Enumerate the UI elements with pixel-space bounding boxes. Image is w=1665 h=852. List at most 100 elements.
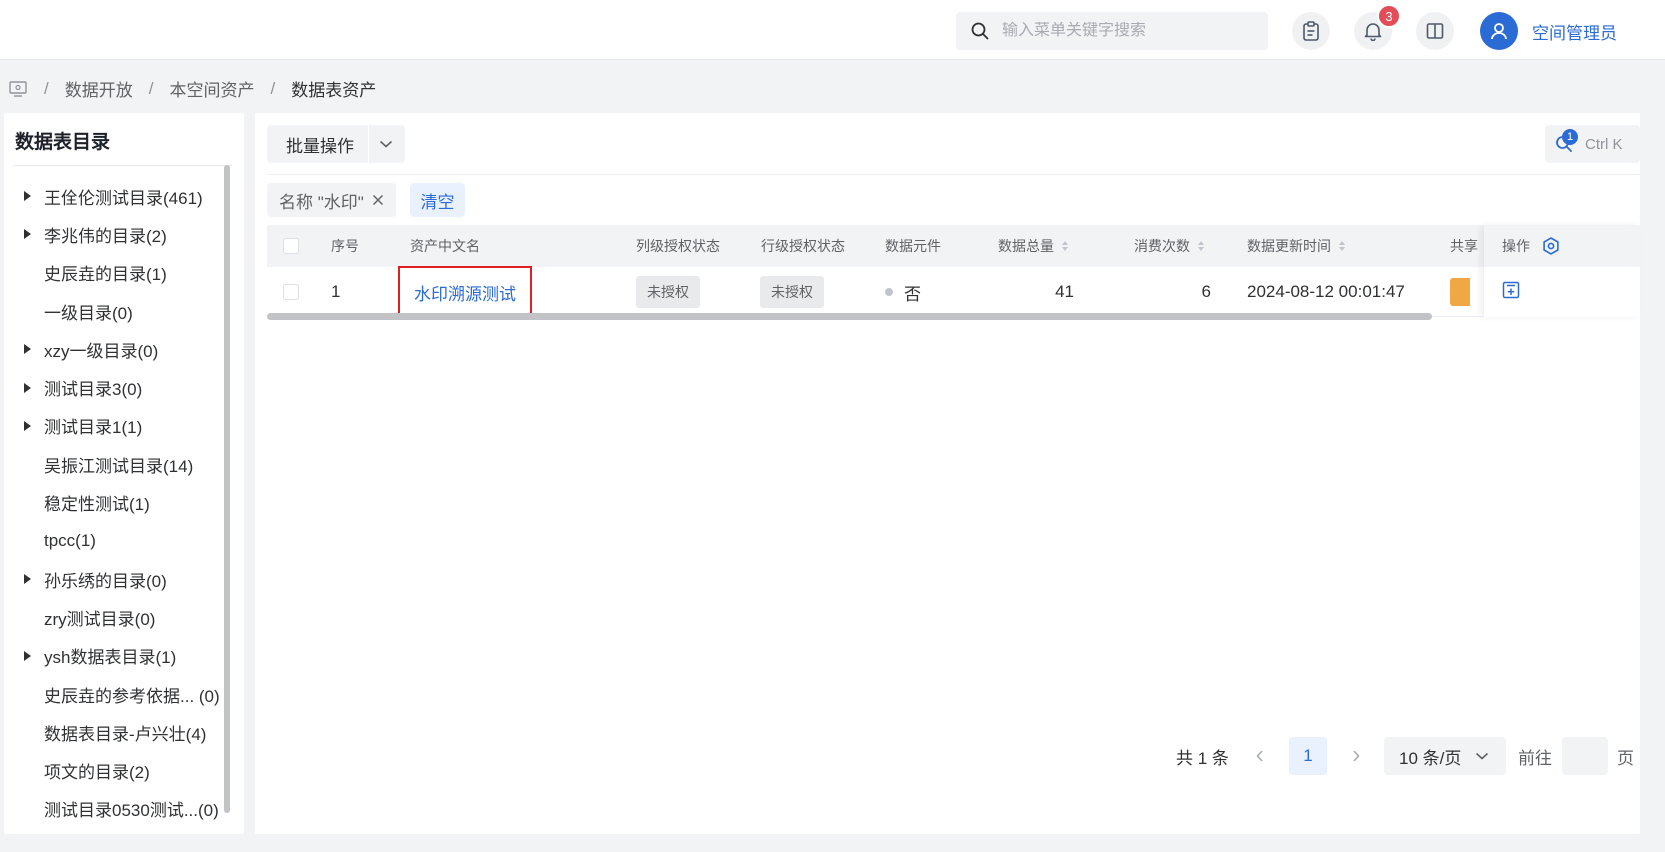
apply-icon[interactable] xyxy=(1502,281,1520,299)
row-checkbox[interactable] xyxy=(283,267,299,317)
tree-item[interactable]: 孙乐绣的目录(0) xyxy=(4,560,228,598)
share-status-tag xyxy=(1450,278,1470,306)
tree-item[interactable]: 史辰垚的目录(1) xyxy=(4,254,228,292)
sidebar-scrollbar[interactable] xyxy=(224,165,230,813)
tree-item-label[interactable]: ysh数据表目录(1) xyxy=(44,643,176,668)
tree-item-label[interactable]: 稳定性测试(1) xyxy=(44,490,150,515)
sort-icon[interactable] xyxy=(1198,241,1204,251)
expand-arrow-icon[interactable] xyxy=(4,191,44,202)
page-size-select[interactable]: 10 条/页 xyxy=(1384,737,1506,775)
tree-item[interactable]: ysh数据表目录(1) xyxy=(4,637,228,675)
prev-page-button[interactable] xyxy=(1255,737,1265,775)
filter-tag-name: 名称 "水印" xyxy=(267,183,396,217)
column-header-consume[interactable]: 消费次数 xyxy=(1134,225,1204,267)
goto-page-input[interactable] xyxy=(1562,737,1608,775)
column-header-data-element: 数据元件 xyxy=(885,238,941,254)
data-element-value: 否 xyxy=(904,284,921,304)
top-bar: 3 空间管理员 xyxy=(0,0,1665,60)
column-header-name: 资产中文名 xyxy=(410,238,480,254)
actions-fixed-column: 操作 xyxy=(1484,225,1640,317)
clipboard-icon xyxy=(1303,21,1319,41)
goto-suffix: 页 xyxy=(1617,748,1634,768)
home-icon[interactable] xyxy=(8,80,28,98)
column-header-actions: 操作 xyxy=(1502,238,1530,254)
next-page-button[interactable] xyxy=(1351,737,1361,775)
tree-item[interactable]: 数据表目录-卢兴壮(4) xyxy=(4,713,228,751)
tree-item-label[interactable]: 项文的目录(2) xyxy=(44,758,150,783)
tree-item-label[interactable]: 史辰垚的目录(1) xyxy=(44,260,167,285)
tree-item[interactable]: 一级目录(0) xyxy=(4,292,228,330)
expand-arrow-icon[interactable] xyxy=(4,574,44,585)
clipboard-button[interactable] xyxy=(1292,12,1330,50)
breadcrumb-item-space-assets[interactable]: 本空间资产 xyxy=(169,76,254,101)
breadcrumb-item-data-open[interactable]: 数据开放 xyxy=(65,76,133,101)
tree-item[interactable]: 测试目录0530测试...(0) xyxy=(4,790,228,828)
tree-item[interactable]: xzy一级目录(0) xyxy=(4,330,228,368)
clear-filters-button[interactable]: 清空 xyxy=(410,183,465,217)
search-filter-badge: 1 xyxy=(1562,129,1578,145)
tree-item-label[interactable]: 测试目录1(1) xyxy=(44,413,142,438)
page-number-current[interactable]: 1 xyxy=(1289,737,1327,775)
table-horizontal-scrollbar[interactable] xyxy=(267,313,1432,320)
tree-item[interactable]: 项文的目录(2) xyxy=(4,751,228,789)
table-header: 序号 资产中文名 列级授权状态 行级授权状态 数据元件 数据总量 消费次数 数据… xyxy=(267,225,1640,267)
tree-item[interactable]: tpcc(1) xyxy=(4,522,228,560)
column-header-consume-label: 消费次数 xyxy=(1134,238,1190,254)
settings-icon[interactable] xyxy=(1542,237,1560,255)
user-icon xyxy=(1491,23,1507,40)
notification-button[interactable]: 3 xyxy=(1354,4,1401,50)
row-auth-status: 未授权 xyxy=(760,276,824,308)
catalog-sidebar: 数据表目录 王佺伦测试目录(461) 李兆伟的目录(2) 史辰垚的目录(1) 一… xyxy=(4,113,244,834)
sort-icon[interactable] xyxy=(1062,241,1068,251)
tree-item-label[interactable]: 测试目录3(0) xyxy=(44,375,142,400)
goto-prefix: 前往 xyxy=(1518,748,1552,768)
tree-item[interactable]: 吴振江测试目录(14) xyxy=(4,445,228,483)
filter-tag-label: 名称 "水印" xyxy=(279,192,364,212)
tree-item[interactable]: 测试目录1(1) xyxy=(4,407,228,445)
tree-item-label[interactable]: 李兆伟的目录(2) xyxy=(44,222,167,247)
menu-search-input[interactable] xyxy=(1002,22,1242,40)
expand-arrow-icon[interactable] xyxy=(4,382,44,393)
column-header-updated-label: 数据更新时间 xyxy=(1247,238,1331,254)
expand-arrow-icon[interactable] xyxy=(4,344,44,355)
advanced-search-button[interactable]: 1 Ctrl K xyxy=(1545,125,1640,163)
tree-item[interactable]: 测试目录3(0) xyxy=(4,368,228,406)
sidebar-title: 数据表目录 xyxy=(15,132,111,153)
tree-item[interactable]: 稳定性测试(1) xyxy=(4,483,228,521)
breadcrumb-separator: / xyxy=(270,78,276,98)
expand-arrow-icon[interactable] xyxy=(4,420,44,431)
batch-operations-dropdown[interactable]: 批量操作 xyxy=(267,125,405,163)
tree-item-label[interactable]: 王佺伦测试目录(461) xyxy=(44,184,203,209)
column-header-updated[interactable]: 数据更新时间 xyxy=(1247,225,1345,267)
sidebar-divider xyxy=(14,165,232,166)
breadcrumb-item-table-assets: 数据表资产 xyxy=(291,81,377,100)
tree-item-label[interactable]: zry测试目录(0) xyxy=(44,605,155,630)
sort-icon[interactable] xyxy=(1339,241,1345,251)
breadcrumb: / 数据开放 / 本空间资产 / 数据表资产 xyxy=(8,76,376,101)
menu-search-box[interactable] xyxy=(956,12,1268,50)
asset-name-link[interactable]: 水印溯源测试 xyxy=(398,265,532,319)
help-docs-button[interactable] xyxy=(1416,12,1454,50)
main-panel: 批量操作 1 Ctrl K 名称 "水印" 清空 序号 资产中文名 列级授权状态… xyxy=(255,113,1640,834)
column-header-total[interactable]: 数据总量 xyxy=(998,225,1068,267)
expand-arrow-icon[interactable] xyxy=(4,229,44,240)
tree-item-label[interactable]: 吴振江测试目录(14) xyxy=(44,452,193,477)
expand-arrow-icon[interactable] xyxy=(4,650,44,661)
avatar[interactable] xyxy=(1480,12,1518,50)
tree-item-label[interactable]: xzy一级目录(0) xyxy=(44,337,158,362)
tree-item-label[interactable]: 测试目录0530测试...(0) xyxy=(44,796,219,821)
tree-item-label[interactable]: 一级目录(0) xyxy=(44,299,133,324)
username-label[interactable]: 空间管理员 xyxy=(1532,19,1617,44)
tree-item[interactable]: 史辰垚的参考依据... (0) xyxy=(4,675,228,713)
column-header-total-label: 数据总量 xyxy=(998,238,1054,254)
breadcrumb-separator: / xyxy=(44,78,49,98)
tree-item-label[interactable]: 孙乐绣的目录(0) xyxy=(44,567,167,592)
tree-item-label[interactable]: 史辰垚的参考依据... (0) xyxy=(44,682,220,707)
tree-item-label[interactable]: 数据表目录-卢兴壮(4) xyxy=(44,720,206,745)
tree-item[interactable]: 王佺伦测试目录(461) xyxy=(4,177,228,215)
tree-item[interactable]: zry测试目录(0) xyxy=(4,598,228,636)
tree-item-label[interactable]: tpcc(1) xyxy=(44,531,96,551)
tree-item[interactable]: 李兆伟的目录(2) xyxy=(4,215,228,253)
select-all-checkbox[interactable] xyxy=(283,225,299,267)
close-icon[interactable] xyxy=(372,194,384,206)
